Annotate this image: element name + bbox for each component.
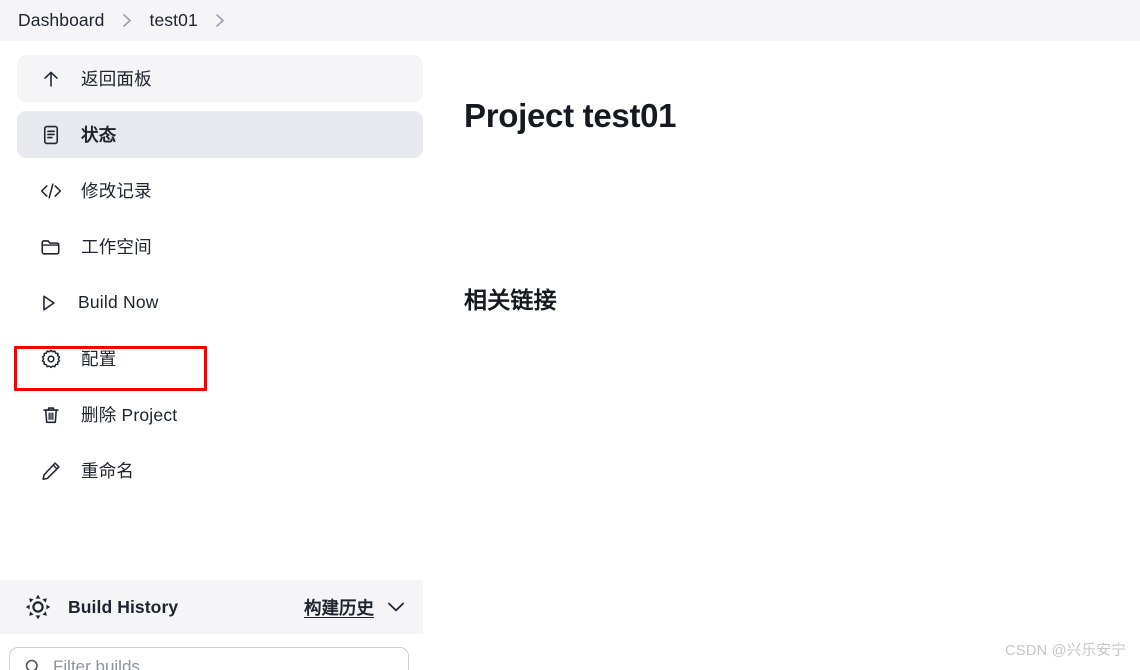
sidebar-item-rename[interactable]: 重命名: [17, 447, 423, 494]
sidebar-item-label: 重命名: [81, 461, 135, 481]
main-content: Project test01 相关链接: [440, 41, 1140, 670]
page-title: Project test01: [464, 97, 677, 134]
pencil-icon: [38, 458, 63, 483]
chevron-right-icon-trailing[interactable]: [198, 13, 243, 28]
document-icon: [38, 122, 63, 147]
play-icon: [35, 290, 60, 315]
build-filter-wrapper: [0, 634, 423, 670]
sidebar-item-label: 返回面板: [81, 69, 152, 89]
sidebar-item-workspace[interactable]: 工作空间: [17, 223, 423, 270]
sidebar: 返回面板 状态 修改记录 工作空间 Build Now 配置 删除 Projec…: [0, 41, 440, 670]
breadcrumb-item-test01[interactable]: test01: [150, 10, 198, 31]
gear-icon: [38, 346, 63, 371]
sidebar-nav: 返回面板 状态 修改记录 工作空间 Build Now 配置 删除 Projec…: [0, 55, 440, 503]
sidebar-item-label: 工作空间: [81, 237, 152, 257]
trash-icon: [38, 402, 63, 427]
sidebar-item-label: 删除 Project: [81, 405, 178, 425]
build-history-panel: Build History 构建历史: [0, 580, 423, 670]
build-status-icon: [24, 593, 52, 621]
sidebar-item-label: 配置: [81, 349, 117, 369]
arrow-up-icon: [38, 66, 63, 91]
build-filter-box[interactable]: [9, 647, 409, 670]
sidebar-item-configure[interactable]: 配置: [17, 335, 423, 382]
build-history-link[interactable]: 构建历史: [304, 595, 374, 620]
build-history-title: Build History: [68, 596, 179, 617]
watermark: CSDN @兴乐安宁: [1005, 643, 1126, 659]
chevron-down-icon[interactable]: [387, 601, 405, 613]
sidebar-item-build-now[interactable]: Build Now: [14, 279, 210, 326]
chevron-right-icon: [105, 13, 150, 28]
sidebar-item-label: 状态: [81, 125, 117, 145]
sidebar-item-changes[interactable]: 修改记录: [17, 167, 423, 214]
breadcrumb: Dashboard test01: [0, 0, 1140, 41]
section-title-related-links: 相关链接: [464, 287, 557, 313]
build-filter-input[interactable]: [53, 657, 394, 670]
page-body: 返回面板 状态 修改记录 工作空间 Build Now 配置 删除 Projec…: [0, 41, 1140, 670]
breadcrumb-item-dashboard[interactable]: Dashboard: [18, 10, 105, 31]
sidebar-item-back-to-dashboard[interactable]: 返回面板: [17, 55, 423, 102]
sidebar-item-delete-project[interactable]: 删除 Project: [17, 391, 423, 438]
sidebar-item-label: 修改记录: [81, 181, 152, 201]
sidebar-item-label: Build Now: [78, 292, 159, 312]
build-history-actions: 构建历史: [304, 595, 405, 620]
build-history-header: Build History 构建历史: [0, 580, 423, 634]
search-icon: [24, 658, 42, 670]
folder-icon: [38, 234, 63, 259]
code-icon: [38, 178, 63, 203]
sidebar-item-status[interactable]: 状态: [17, 111, 423, 158]
